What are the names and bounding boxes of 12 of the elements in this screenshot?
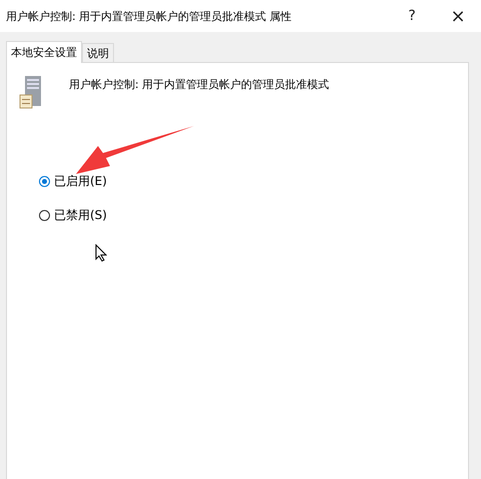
radio-button[interactable] <box>39 176 50 187</box>
cursor-icon <box>95 244 107 262</box>
help-button[interactable]: ? <box>389 0 435 32</box>
close-button[interactable]: × <box>435 0 481 32</box>
radio-button[interactable] <box>39 210 50 221</box>
window-title: 用户帐户控制: 用于内置管理员帐户的管理员批准模式 属性 <box>6 8 293 24</box>
option-label: 已禁用(S) <box>54 207 107 224</box>
tab[interactable]: 说明 <box>82 43 114 62</box>
server-icon <box>19 75 43 109</box>
option-label: 已启用(E) <box>54 173 107 190</box>
tab[interactable]: 本地安全设置 <box>6 41 82 63</box>
policy-name: 用户帐户控制: 用于内置管理员帐户的管理员批准模式 <box>69 77 330 92</box>
